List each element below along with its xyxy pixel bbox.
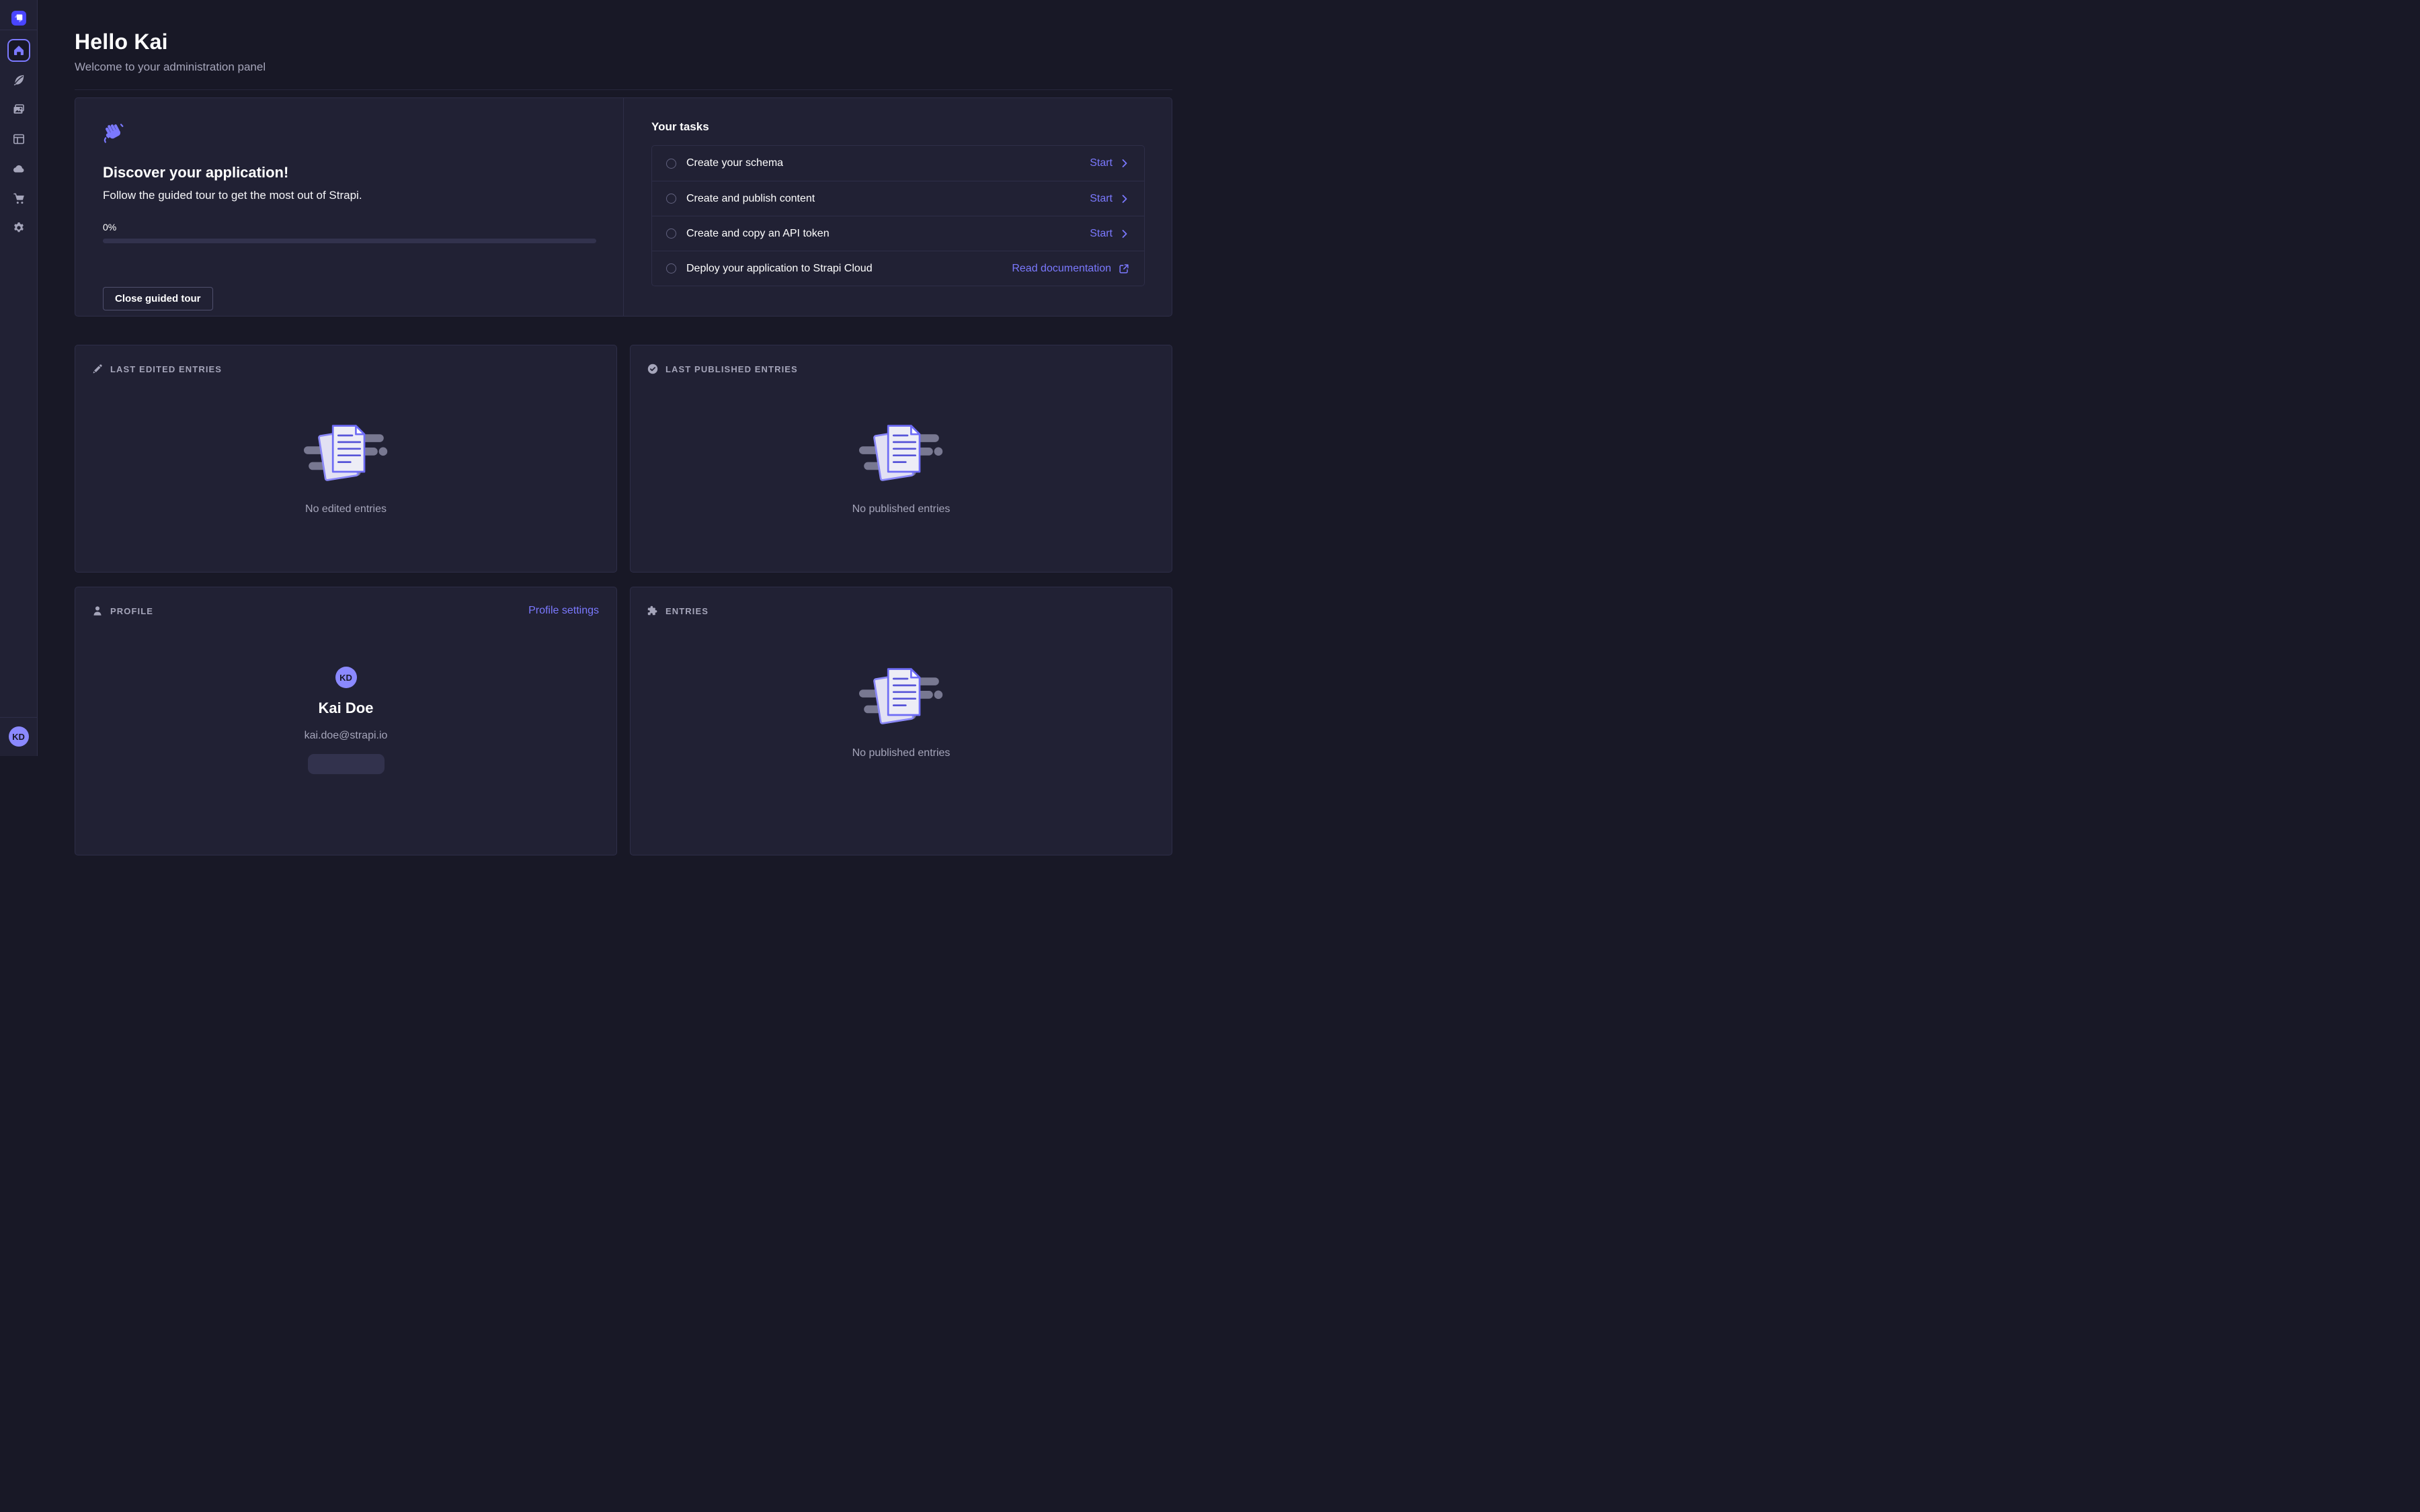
last-published-entries-widget: LAST PUBLISHED ENTRIES No published entr…: [630, 345, 1172, 573]
chevron-right-icon: [1119, 194, 1130, 204]
profile-settings-link[interactable]: Profile settings: [528, 605, 599, 617]
sidebar-item-media-library[interactable]: [7, 98, 30, 121]
guided-tour-description: Follow the guided tour to get the most o…: [103, 189, 596, 202]
empty-documents-illustration: [859, 665, 944, 728]
empty-documents-illustration: [304, 422, 389, 485]
media-library-icon: [12, 103, 26, 116]
chevron-right-icon: [1119, 158, 1130, 169]
task-start-link[interactable]: Start: [1090, 157, 1130, 169]
widget-body: KD Kai Doe kai.doe@strapi.io: [75, 617, 616, 774]
task-action-label: Start: [1090, 157, 1113, 169]
progress-percentage: 0%: [103, 222, 596, 233]
page-title: Hello Kai: [75, 30, 1172, 54]
progress-bar: [103, 239, 596, 243]
task-status-circle: [666, 194, 676, 204]
task-action-label: Read documentation: [1012, 263, 1111, 275]
widget-header: LAST EDITED ENTRIES: [75, 345, 616, 375]
sidebar: KD: [0, 0, 38, 756]
task-row-create-schema: Create your schema Start: [652, 146, 1144, 181]
gear-icon: [12, 221, 26, 235]
page-subtitle: Welcome to your administration panel: [75, 60, 1172, 74]
tasks-title: Your tasks: [651, 120, 1145, 134]
sidebar-footer-divider: [0, 717, 38, 718]
user-avatar[interactable]: KD: [9, 726, 29, 747]
waving-hand-icon: [103, 123, 125, 144]
pencil-icon: [91, 363, 104, 375]
task-action-label: Start: [1090, 228, 1113, 240]
puzzle-icon: [647, 605, 659, 617]
entries-widget: ENTRIES No published entries: [630, 587, 1172, 855]
task-status-circle: [666, 263, 676, 274]
profile-widget: PROFILE Profile settings KD Kai Doe kai.…: [75, 587, 617, 855]
task-label: Deploy your application to Strapi Cloud: [686, 263, 1012, 275]
sidebar-item-marketplace[interactable]: [7, 187, 30, 210]
task-status-circle: [666, 228, 676, 239]
task-read-documentation-link[interactable]: Read documentation: [1012, 263, 1130, 275]
marketplace-cart-icon: [12, 192, 26, 205]
sidebar-item-settings[interactable]: [7, 216, 30, 239]
cloud-icon: [12, 162, 26, 175]
widget-body: No published entries: [631, 617, 1172, 759]
widget-title: PROFILE: [110, 606, 153, 616]
last-edited-entries-widget: LAST EDITED ENTRIES No edited entries: [75, 345, 617, 573]
guided-tour-section: Discover your application! Follow the gu…: [75, 98, 624, 316]
widget-body: No edited entries: [75, 375, 616, 515]
widgets-row-2: PROFILE Profile settings KD Kai Doe kai.…: [75, 587, 1172, 855]
task-label: Create your schema: [686, 157, 1090, 169]
profile-role-badge: [308, 754, 385, 774]
strapi-logo[interactable]: [11, 11, 26, 26]
widget-body: No published entries: [631, 375, 1172, 515]
widget-title: LAST PUBLISHED ENTRIES: [666, 364, 798, 374]
empty-state-text: No published entries: [852, 747, 951, 759]
task-row-create-api-token: Create and copy an API token Start: [652, 216, 1144, 251]
user-icon: [91, 605, 104, 617]
strapi-logo-mark: [11, 11, 26, 26]
sidebar-nav: [7, 39, 30, 246]
widget-header: LAST PUBLISHED ENTRIES: [631, 345, 1172, 375]
empty-documents-illustration: [859, 422, 944, 485]
widgets-row-1: LAST EDITED ENTRIES No edited entries LA…: [75, 345, 1172, 573]
widget-header: ENTRIES: [631, 587, 1172, 617]
feather-icon: [12, 73, 26, 87]
tasks-section: Your tasks Create your schema Start Crea…: [624, 98, 1172, 316]
page-header: Hello Kai Welcome to your administration…: [75, 30, 1172, 90]
empty-state-text: No published entries: [852, 503, 951, 515]
task-row-create-publish-content: Create and publish content Start: [652, 181, 1144, 216]
task-label: Create and publish content: [686, 193, 1090, 205]
empty-state-text: No edited entries: [305, 503, 387, 515]
profile-email: kai.doe@strapi.io: [305, 730, 388, 742]
sidebar-item-content-manager[interactable]: [7, 69, 30, 91]
guided-tour-card: Discover your application! Follow the gu…: [75, 97, 1172, 317]
task-label: Create and copy an API token: [686, 228, 1090, 240]
chevron-right-icon: [1119, 228, 1130, 239]
widget-title: ENTRIES: [666, 606, 709, 616]
task-start-link[interactable]: Start: [1090, 228, 1130, 240]
profile-avatar: KD: [335, 667, 357, 688]
widget-header: PROFILE Profile settings: [75, 587, 616, 617]
tasks-list: Create your schema Start Create and publ…: [651, 145, 1145, 286]
close-guided-tour-button[interactable]: Close guided tour: [103, 287, 213, 310]
check-circle-icon: [647, 363, 659, 375]
content-type-builder-icon: [12, 132, 26, 146]
sidebar-item-content-type-builder[interactable]: [7, 128, 30, 151]
profile-name: Kai Doe: [319, 700, 374, 717]
task-row-deploy-strapi-cloud: Deploy your application to Strapi Cloud …: [652, 251, 1144, 286]
main-content: Hello Kai Welcome to your administration…: [38, 0, 1210, 756]
sidebar-item-cloud[interactable]: [7, 157, 30, 180]
external-link-icon: [1118, 263, 1130, 275]
guided-tour-title: Discover your application!: [103, 164, 596, 181]
home-icon: [12, 44, 26, 57]
task-status-circle: [666, 159, 676, 169]
sidebar-footer: KD: [0, 717, 38, 756]
task-action-label: Start: [1090, 193, 1113, 205]
task-start-link[interactable]: Start: [1090, 193, 1130, 205]
widget-title: LAST EDITED ENTRIES: [110, 364, 222, 374]
sidebar-item-home[interactable]: [7, 39, 30, 62]
